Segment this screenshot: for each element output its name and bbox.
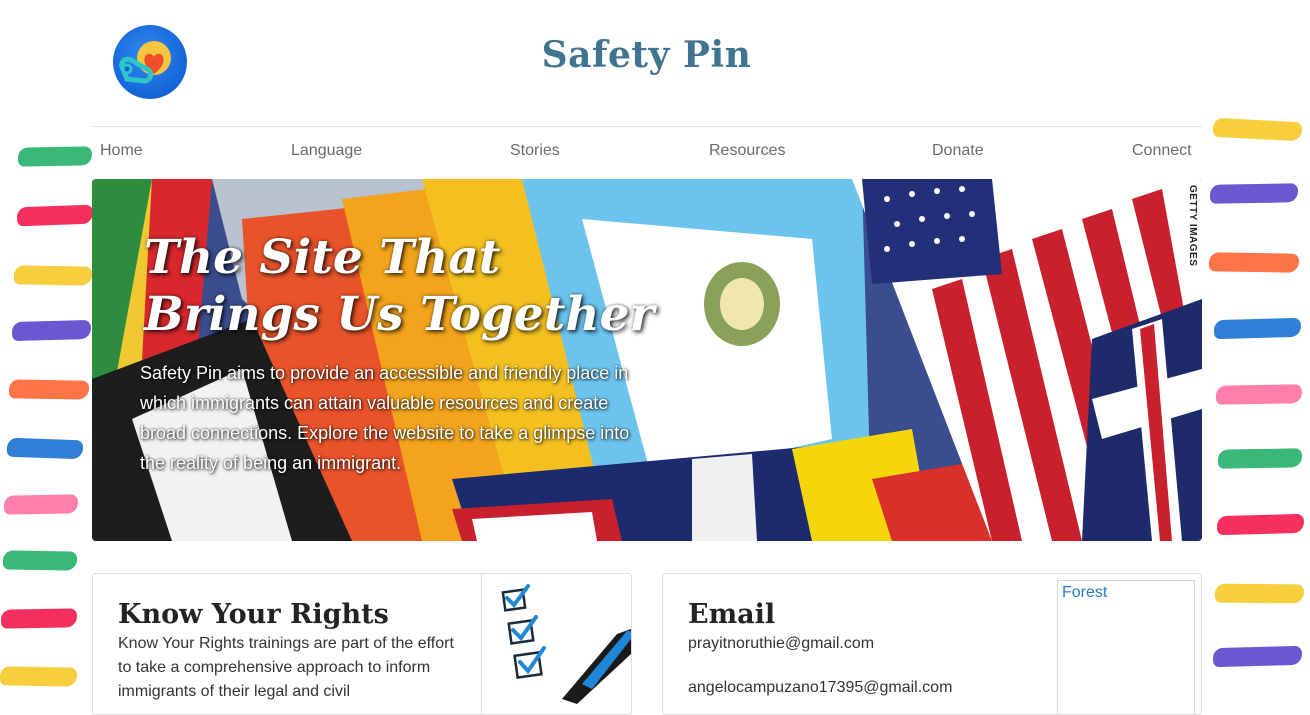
decorative-stroke [0,666,78,687]
card-title: Email [688,599,776,630]
decorative-stroke [13,265,93,286]
nav-resources[interactable]: Resources [709,142,785,160]
image-watermark: GETTY IMAGES [1187,183,1198,269]
hero-banner: The Site That Brings Us Together Safety … [92,179,1202,541]
decorative-stroke [16,204,94,227]
decorative-stroke [1208,252,1300,273]
nav-connect[interactable]: Connect [1132,142,1192,160]
forest-link[interactable]: Forest [1062,584,1107,602]
know-your-rights-card[interactable]: Know Your Rights Know Your Rights traini… [92,573,632,715]
decorative-stroke [3,494,79,515]
checklist-pen-icon [501,584,631,704]
decorative-stroke [11,319,92,342]
email-address-1[interactable]: prayitnoruthie@gmail.com [688,632,874,656]
decorative-stroke [1217,448,1303,469]
decorative-stroke [1216,513,1305,536]
card-title: Know Your Rights [118,599,389,630]
nav-home[interactable]: Home [100,142,143,160]
main-nav: Home Language Stories Resources Donate C… [92,126,1202,175]
decorative-stroke [1213,317,1302,340]
decorative-stroke [17,146,93,167]
decorative-stroke [2,550,78,571]
nav-language[interactable]: Language [291,142,362,160]
decorative-stroke [1214,583,1305,604]
email-address-2[interactable]: angelocampuzano17395@gmail.com [688,676,952,700]
hero-title: The Site That Brings Us Together [144,230,655,342]
decorative-stroke [6,437,84,460]
site-title: Safety Pin [541,34,752,76]
email-card[interactable]: Email prayitnoruthie@gmail.com angelocam… [662,573,1202,715]
nav-stories[interactable]: Stories [510,142,560,160]
decorative-stroke [1212,645,1303,668]
decorative-stroke [1212,117,1303,142]
checklist-image [481,574,631,714]
decorative-stroke [0,608,78,629]
nav-donate[interactable]: Donate [932,142,984,160]
decorative-stroke [1209,183,1299,204]
decorative-stroke [1215,384,1303,405]
card-text: Know Your Rights trainings are part of t… [118,635,454,700]
decorative-stroke [8,379,90,400]
embedded-frame: Forest [1057,580,1195,714]
hero-description: Safety Pin aims to provide an accessible… [140,363,630,473]
